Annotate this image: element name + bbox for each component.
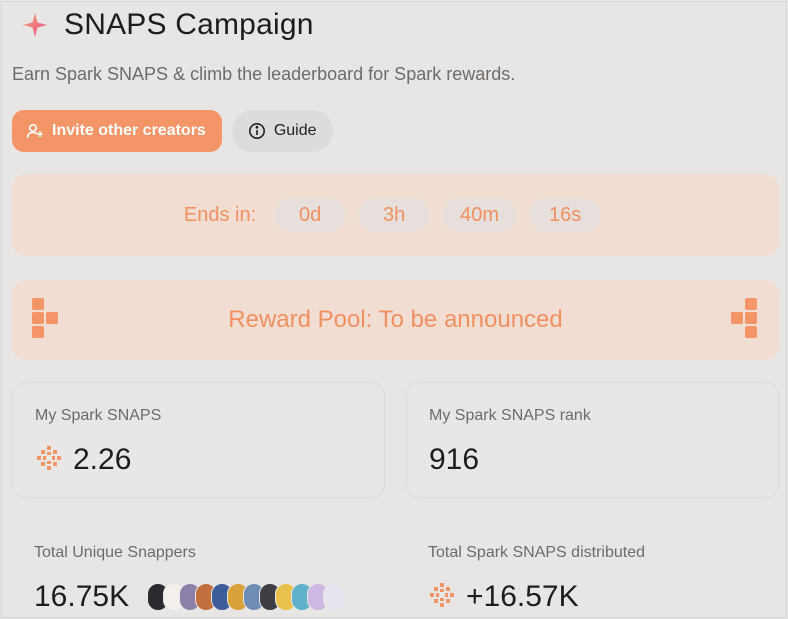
my-rank-value-row: 916 [429, 443, 479, 477]
page-subtitle: Earn Spark SNAPS & climb the leaderboard… [12, 64, 516, 84]
my-snaps-value: 2.26 [73, 443, 132, 476]
countdown-banner: Ends in: 0d 3h 40m 16s [12, 174, 779, 256]
countdown-seconds: 16s [529, 198, 602, 232]
guide-button[interactable]: Guide [231, 110, 333, 152]
snaps-spark-icon [35, 444, 63, 477]
unique-snappers-label: Total Unique Snappers [34, 544, 196, 561]
snaps-spark-icon [428, 581, 456, 614]
unique-snappers-value: 16.75K [34, 580, 130, 613]
distributed-value-row: +16.57K [428, 580, 579, 614]
guide-label: Guide [273, 122, 317, 139]
countdown-days: 0d [274, 198, 347, 232]
invite-creators-label: Invite other creators [52, 122, 206, 139]
countdown-hours: 3h [358, 198, 431, 232]
unique-snappers-card: Total Unique Snappers 16.75K [12, 520, 385, 617]
unique-snappers-value-row: 16.75K [34, 580, 346, 614]
my-snaps-value-row: 2.26 [35, 443, 131, 477]
reward-pool-text: Reward Pool: To be announced [228, 306, 563, 333]
campaign-panel: SNAPS Campaign Earn Spark SNAPS & climb … [1, 1, 787, 618]
page-title: SNAPS Campaign [64, 8, 314, 41]
snapper-avatars [147, 583, 346, 611]
info-icon [248, 122, 266, 140]
my-rank-card: My Spark SNAPS rank 916 [406, 382, 779, 498]
pixel-arrow-left-icon [32, 298, 62, 345]
countdown-minutes: 40m [442, 198, 518, 232]
distributed-card: Total Spark SNAPS distributed +16.57K [406, 520, 779, 617]
ends-in-label: Ends in: [183, 203, 257, 226]
reward-pool-banner: Reward Pool: To be announced [12, 280, 779, 360]
spark-logo-icon [20, 10, 50, 40]
my-snaps-label: My Spark SNAPS [35, 407, 162, 424]
action-buttons: Invite other creators Guide [12, 110, 333, 152]
my-rank-value: 916 [429, 443, 480, 476]
title-row: SNAPS Campaign [20, 8, 314, 42]
distributed-label: Total Spark SNAPS distributed [428, 544, 645, 561]
my-snaps-card: My Spark SNAPS 2.26 [12, 382, 385, 498]
my-rank-label: My Spark SNAPS rank [429, 407, 591, 424]
invite-creators-button[interactable]: Invite other creators [12, 110, 222, 152]
add-user-icon [26, 122, 44, 140]
distributed-value: +16.57K [466, 580, 579, 613]
pixel-arrow-right-icon [729, 298, 759, 345]
avatar [323, 583, 346, 611]
